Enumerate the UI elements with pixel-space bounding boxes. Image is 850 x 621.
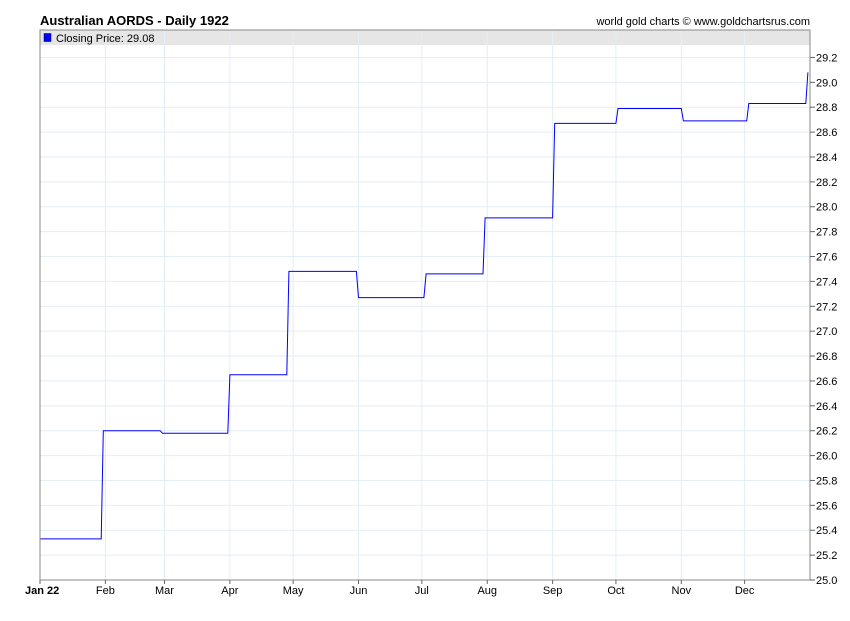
y-tick-label: 25.6	[816, 500, 837, 512]
y-tick-label: 26.4	[816, 401, 837, 413]
x-tick-label: Jul	[415, 585, 429, 597]
y-tick-label: 26.8	[816, 351, 837, 363]
y-tick-label: 25.0	[816, 575, 837, 587]
series-line-closing-price	[40, 72, 809, 540]
y-tick-label: 25.4	[816, 525, 837, 537]
y-tick-label: 27.8	[816, 227, 837, 239]
y-tick-label: 27.2	[816, 301, 837, 313]
y-tick-label: 28.0	[816, 202, 837, 214]
x-tick-label: Oct	[607, 585, 624, 597]
x-tick-label: Feb	[96, 585, 115, 597]
y-tick-label: 26.2	[816, 426, 837, 438]
legend-strip	[40, 30, 810, 45]
chart-title: Australian AORDS - Daily 1922	[40, 13, 229, 28]
credit-text: world gold charts © www.goldchartsrus.co…	[595, 16, 810, 28]
y-tick-label: 27.0	[816, 326, 837, 338]
y-tick-label: 28.6	[816, 127, 837, 139]
x-tick-label: Nov	[672, 585, 692, 597]
plot-frame	[39, 29, 811, 581]
x-tick-label: Jun	[350, 585, 368, 597]
y-tick-label: 26.6	[816, 376, 837, 388]
y-tick-label: 29.2	[816, 52, 837, 64]
legend-label: Closing Price: 29.08	[56, 33, 154, 45]
legend-swatch	[43, 33, 52, 42]
x-tick-label: Sep	[543, 585, 563, 597]
chart-svg: Australian AORDS - Daily 1922 world gold…	[25, 13, 837, 597]
y-tick-label: 28.8	[816, 102, 837, 114]
y-tick-label: 28.2	[816, 177, 837, 189]
y-tick-label: 27.4	[816, 276, 837, 288]
y-tick-label: 25.2	[816, 550, 837, 562]
x-tick-label: Apr	[221, 585, 238, 597]
x-tick-label: May	[283, 585, 304, 597]
y-tick-label: 26.0	[816, 451, 837, 463]
y-tick-label: 25.8	[816, 475, 837, 487]
x-tick-label: Mar	[155, 585, 174, 597]
y-tick-label: 29.0	[816, 77, 837, 89]
x-tick-label: Dec	[735, 585, 755, 597]
x-tick-label: Jan 22	[25, 585, 59, 597]
chart: Australian AORDS - Daily 1922 world gold…	[0, 0, 850, 616]
y-tick-label: 28.4	[816, 152, 837, 164]
y-tick-label: 27.6	[816, 252, 837, 264]
x-tick-label: Aug	[477, 585, 497, 597]
